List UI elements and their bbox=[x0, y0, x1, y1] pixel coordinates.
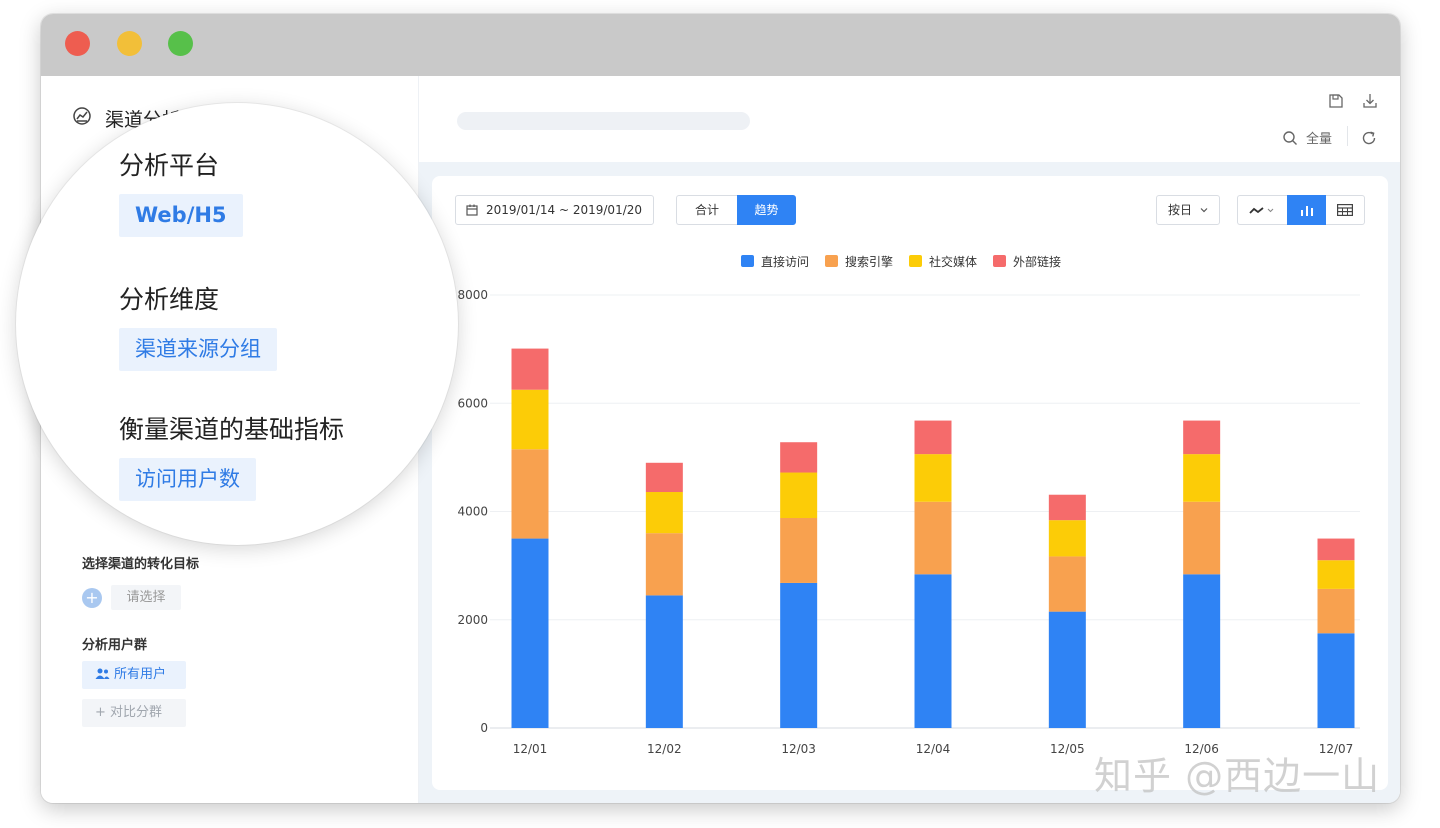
bar-segment bbox=[1048, 494, 1086, 521]
x-tick-label: 12/03 bbox=[781, 742, 816, 756]
legend-swatch bbox=[741, 255, 754, 267]
y-tick-label: 6000 bbox=[457, 396, 488, 410]
bar-segment bbox=[780, 442, 818, 473]
dimension-heading: 分析维度 bbox=[119, 285, 220, 314]
bar-segment bbox=[645, 492, 683, 534]
maximize-window-button[interactable] bbox=[168, 31, 193, 56]
bar-segment bbox=[511, 348, 549, 390]
bar-chart-button[interactable] bbox=[1287, 195, 1326, 225]
legend-swatch bbox=[993, 255, 1006, 267]
bar-segment bbox=[1183, 420, 1221, 455]
bar-segment bbox=[780, 582, 818, 728]
tab-total[interactable]: 合计 bbox=[676, 195, 737, 225]
bar-chart-icon bbox=[1301, 206, 1313, 216]
metric-heading: 衡量渠道的基础指标 bbox=[119, 415, 345, 444]
toolbar-divider bbox=[1347, 126, 1348, 146]
bar-segment bbox=[645, 462, 683, 493]
target-select[interactable]: 请选择 bbox=[111, 585, 181, 610]
bar-segment bbox=[1048, 611, 1086, 728]
bar-segment bbox=[1183, 501, 1221, 575]
bar-segment bbox=[511, 538, 549, 728]
users-icon bbox=[95, 668, 110, 679]
legend-swatch bbox=[825, 255, 838, 267]
date-range-picker[interactable]: 2019/01/14 ~ 2019/01/20 bbox=[455, 195, 654, 225]
stacked-bar-chart: 0 2000 4000 6000 8000 12/01 12/02 12/03 12/04 12/… bbox=[457, 254, 1360, 756]
legend-label: 直接访问 bbox=[761, 254, 809, 269]
refresh-icon[interactable] bbox=[1361, 130, 1377, 146]
scope-selector[interactable]: 全量 bbox=[1306, 128, 1332, 147]
title-bar bbox=[41, 14, 1400, 76]
bar-segment bbox=[1048, 556, 1086, 612]
bar-segment bbox=[914, 501, 952, 575]
line-chart-icon bbox=[1249, 207, 1274, 214]
watermark: 知乎 @西边一山 bbox=[1094, 754, 1381, 798]
y-tick-label: 8000 bbox=[457, 288, 488, 302]
legend-swatch bbox=[909, 255, 922, 267]
y-tick-label: 0 bbox=[480, 721, 488, 735]
y-tick-label: 4000 bbox=[457, 505, 488, 519]
user-group-label: 分析用户群 bbox=[82, 638, 148, 653]
bar-segment bbox=[780, 472, 818, 518]
granularity-label: 按日 bbox=[1168, 203, 1193, 217]
bar-segment bbox=[1317, 560, 1355, 589]
minimize-window-button[interactable] bbox=[117, 31, 142, 56]
add-target-icon[interactable]: + bbox=[82, 588, 102, 608]
bar-segment bbox=[1183, 574, 1221, 728]
bar-segment bbox=[914, 574, 952, 728]
x-tick-label: 12/01 bbox=[513, 742, 548, 756]
search-placeholder-bar[interactable] bbox=[457, 112, 750, 130]
bar-segment bbox=[780, 517, 818, 583]
table-icon bbox=[1337, 204, 1353, 216]
search-icon[interactable] bbox=[1282, 130, 1298, 146]
x-tick-label: 12/05 bbox=[1050, 742, 1085, 756]
granularity-dropdown[interactable]: 按日 bbox=[1156, 195, 1220, 225]
close-window-button[interactable] bbox=[65, 31, 90, 56]
table-view-button[interactable] bbox=[1326, 195, 1365, 225]
legend-label: 外部链接 bbox=[1013, 254, 1061, 269]
all-users-chip[interactable]: 所有用户 bbox=[82, 661, 186, 689]
dashboard-icon bbox=[73, 107, 91, 125]
bar-segment bbox=[1317, 588, 1355, 634]
compare-groups-button[interactable]: + 对比分群 bbox=[82, 699, 186, 727]
dimension-tag: 渠道来源分组 bbox=[119, 328, 277, 371]
tab-trend[interactable]: 趋势 bbox=[737, 195, 796, 225]
bar-segment bbox=[511, 449, 549, 539]
bar-segment bbox=[914, 454, 952, 502]
x-tick-label: 12/02 bbox=[647, 742, 682, 756]
chevron-down-icon bbox=[1200, 208, 1208, 213]
bar-segment bbox=[645, 533, 683, 596]
download-icon[interactable] bbox=[1362, 93, 1378, 109]
bar-segment bbox=[914, 420, 952, 455]
save-icon[interactable] bbox=[1328, 93, 1344, 109]
bar-segment bbox=[1317, 538, 1355, 561]
conversion-target-label: 选择渠道的转化目标 bbox=[82, 557, 200, 572]
bar-segment bbox=[1183, 454, 1221, 502]
line-chart-button[interactable] bbox=[1237, 195, 1287, 225]
platform-tag: Web/H5 bbox=[119, 194, 243, 237]
bar-segment bbox=[645, 595, 683, 728]
bar-segment bbox=[1317, 633, 1355, 728]
legend-label: 社交媒体 bbox=[929, 254, 977, 269]
metric-tag: 访问用户数 bbox=[119, 458, 256, 501]
magnifier-callout: 分析平台 Web/H5 分析维度 渠道来源分组 衡量渠道的基础指标 访问用户数 bbox=[16, 103, 458, 545]
calendar-icon bbox=[466, 204, 478, 216]
legend-label: 搜索引擎 bbox=[845, 254, 893, 269]
date-range-text: 2019/01/14 ~ 2019/01/20 bbox=[486, 203, 643, 217]
x-tick-label: 12/04 bbox=[916, 742, 951, 756]
all-users-label: 所有用户 bbox=[114, 667, 167, 682]
y-tick-label: 2000 bbox=[457, 613, 488, 627]
bar-segment bbox=[1048, 520, 1086, 557]
platform-heading: 分析平台 bbox=[119, 151, 220, 180]
bar-segment bbox=[511, 389, 549, 450]
